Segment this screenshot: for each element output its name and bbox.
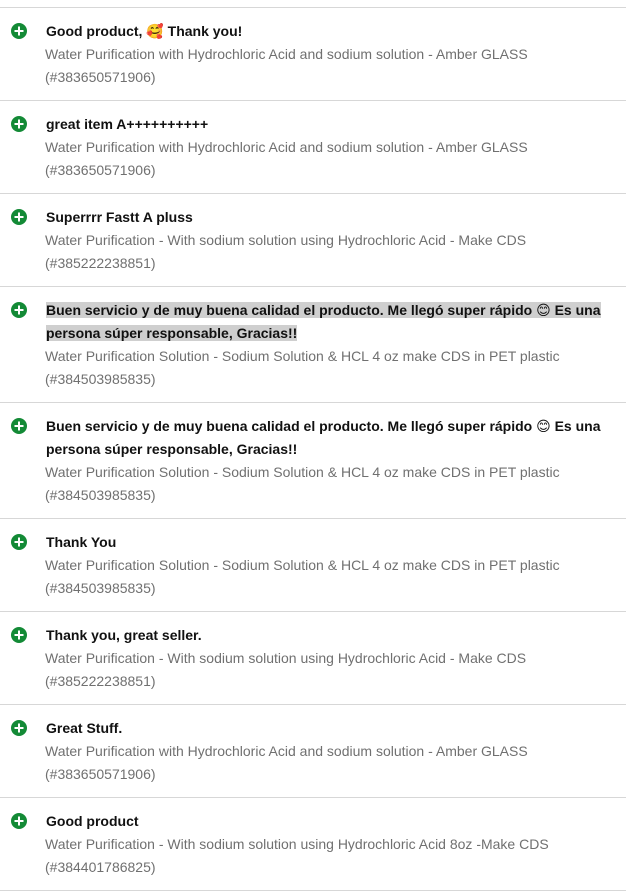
feedback-comment: Buen servicio y de muy buena calidad el …	[46, 418, 601, 457]
feedback-item: Buen servicio y de muy buena calidad el …	[0, 403, 626, 519]
item-title: Water Purification - With sodium solutio…	[45, 650, 527, 666]
feedback-comment-wrap: Great Stuff.	[45, 717, 614, 740]
feedback-item: Good product, 🥰 Thank you! Water Purifica…	[0, 8, 626, 101]
item-title: Water Purification with Hydrochloric Aci…	[45, 139, 528, 155]
item-number: (#383650571906)	[45, 766, 156, 782]
plus-circle-icon	[11, 116, 27, 132]
item-number: (#383650571906)	[45, 69, 156, 85]
feedback-item: Thank you, great seller. Water Purificati…	[0, 612, 626, 705]
feedback-comment-wrap: Buen servicio y de muy buena calidad el …	[45, 299, 614, 345]
feedback-comment: Great Stuff.	[46, 720, 123, 736]
feedback-item: Great Stuff. Water Purification with Hydr…	[0, 705, 626, 798]
feedback-item: great item A++++++++++ Water Purification…	[0, 101, 626, 194]
item-number: (#383650571906)	[45, 162, 156, 178]
plus-circle-icon	[11, 418, 27, 434]
item-number: (#385222238851)	[45, 255, 156, 271]
item-number: (#384503985835)	[45, 487, 156, 503]
item-number: (#385222238851)	[45, 673, 156, 689]
plus-circle-icon	[11, 534, 27, 550]
feedback-item: Thank You Water Purification Solution - S…	[0, 519, 626, 612]
feedback-comment-wrap: Good product, 🥰 Thank you!	[45, 20, 614, 43]
item-number: (#384503985835)	[45, 580, 156, 596]
feedback-item: Buen servicio y de muy buena calidad el …	[0, 287, 626, 403]
feedback-comment-wrap: Good product	[45, 810, 614, 833]
feedback-comment: Good product, 🥰 Thank you!	[46, 23, 243, 39]
item-title: Water Purification Solution - Sodium Sol…	[45, 348, 560, 364]
plus-circle-icon	[11, 720, 27, 736]
plus-circle-icon	[11, 302, 27, 318]
feedback-comment: Buen servicio y de muy buena calidad el …	[46, 302, 601, 341]
item-title: Water Purification Solution - Sodium Sol…	[45, 464, 560, 480]
feedback-comment-wrap: Buen servicio y de muy buena calidad el …	[45, 415, 614, 461]
plus-circle-icon	[11, 23, 27, 39]
feedback-comment: Good product	[46, 813, 139, 829]
feedback-comment-wrap: Thank You	[45, 531, 614, 554]
feedback-comment: great item A++++++++++	[46, 116, 209, 132]
item-title: Water Purification Solution - Sodium Sol…	[45, 557, 560, 573]
item-number: (#384401786825)	[45, 859, 156, 875]
item-title: Water Purification with Hydrochloric Aci…	[45, 46, 528, 62]
item-number: (#384503985835)	[45, 371, 156, 387]
feedback-comment: Superrrr Fastt A pluss	[46, 209, 193, 225]
feedback-comment-wrap: Superrrr Fastt A pluss	[45, 206, 614, 229]
feedback-item: Good product Water Purification - With so…	[0, 798, 626, 891]
feedback-comment-wrap: Thank you, great seller.	[45, 624, 614, 647]
plus-circle-icon	[11, 813, 27, 829]
item-title: Water Purification - With sodium solutio…	[45, 232, 527, 248]
feedback-comment-wrap: great item A++++++++++	[45, 113, 614, 136]
feedback-list: Good product, 🥰 Thank you! Water Purifica…	[0, 7, 626, 891]
feedback-comment: Thank You	[46, 534, 117, 550]
plus-circle-icon	[11, 209, 27, 225]
feedback-item: Superrrr Fastt A pluss Water Purification…	[0, 194, 626, 287]
feedback-comment: Thank you, great seller.	[46, 627, 202, 643]
item-title: Water Purification - With sodium solutio…	[45, 836, 549, 852]
item-title: Water Purification with Hydrochloric Aci…	[45, 743, 528, 759]
plus-circle-icon	[11, 627, 27, 643]
